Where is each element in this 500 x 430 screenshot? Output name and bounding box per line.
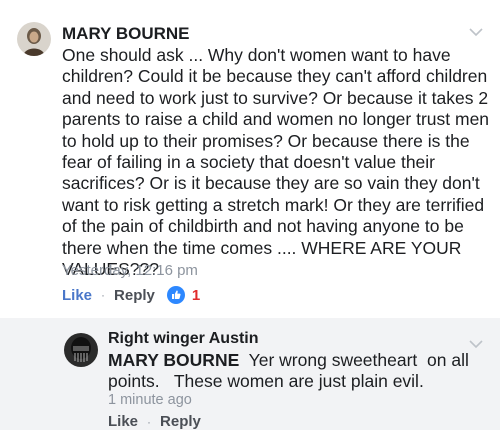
profile-photo (17, 22, 51, 56)
profile-photo (64, 333, 98, 367)
reaction-count[interactable]: 1 (192, 287, 200, 304)
comment-timestamp: Yesterday, 12:16 pm (62, 262, 198, 279)
like-button[interactable]: Like (108, 413, 138, 430)
separator-dot: · (147, 414, 152, 429)
chevron-down-icon[interactable] (469, 28, 483, 37)
reply-timestamp: 1 minute ago (108, 392, 192, 408)
reply-text-line: Yer wrong sweetheart on all (239, 350, 469, 370)
mention-link[interactable]: MARY BOURNE (108, 350, 239, 370)
comment: MARY BOURNE One should ask ... Why don't… (0, 0, 500, 308)
reply-text: MARY BOURNE Yer wrong sweetheart on all … (108, 350, 488, 393)
reply-button[interactable]: Reply (160, 413, 201, 430)
comment-actions: Like · Reply 1 (62, 285, 200, 305)
comment-text: One should ask ... Why don't women want … (62, 45, 490, 280)
reply-avatar[interactable] (64, 333, 98, 367)
like-button[interactable]: Like (62, 287, 92, 304)
separator-dot: · (101, 288, 106, 302)
avatar[interactable] (17, 22, 51, 56)
reply-button[interactable]: Reply (114, 287, 155, 304)
reply-author[interactable]: Right winger Austin (108, 330, 259, 348)
thumbs-up-icon[interactable] (166, 286, 185, 304)
chevron-down-icon[interactable] (469, 340, 483, 349)
comment-author[interactable]: MARY BOURNE (62, 24, 190, 44)
reply-actions: Like · Reply (108, 413, 201, 430)
reply-text-line: points. These women are just plain evil. (108, 371, 424, 392)
